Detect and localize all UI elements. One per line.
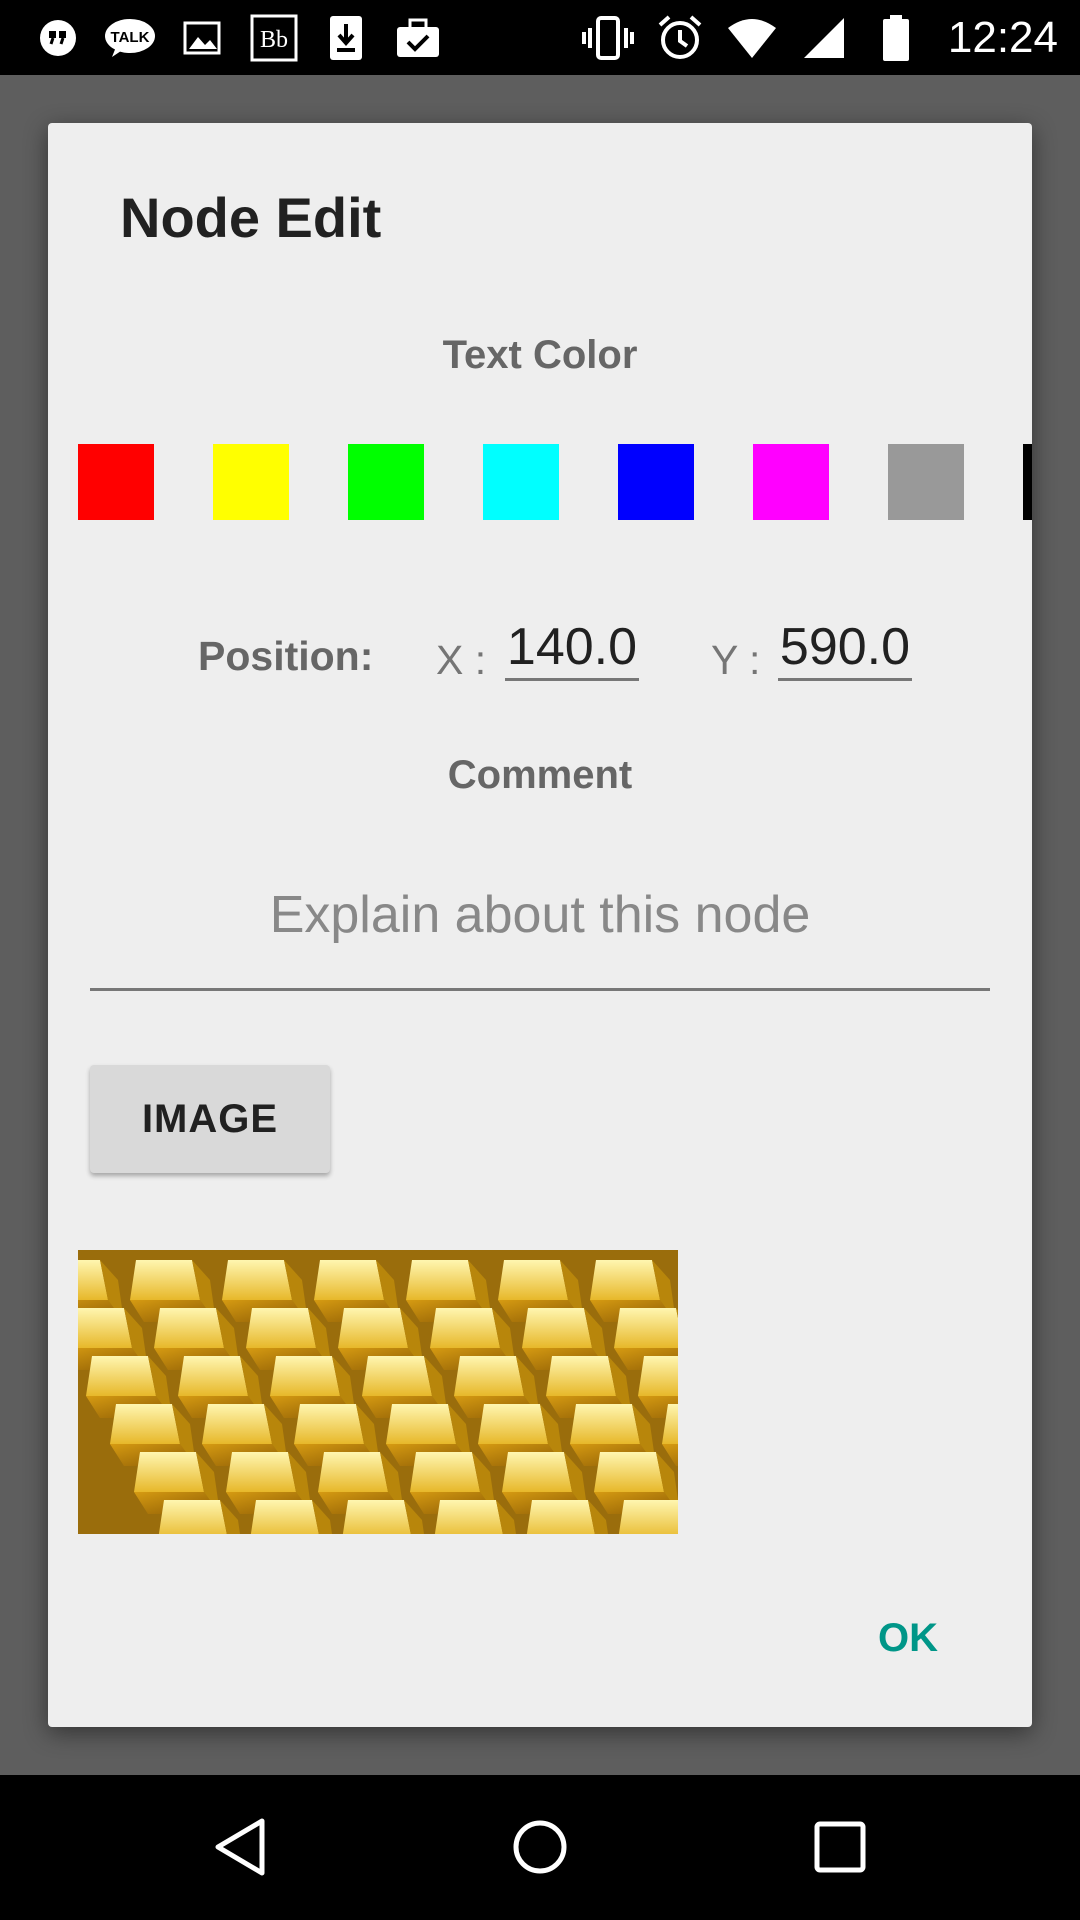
gold-bar-top: [342, 1500, 411, 1534]
gold-bar-top: [590, 1260, 660, 1300]
gold-bar-top: [434, 1500, 503, 1534]
dialog-title: Node Edit: [120, 186, 382, 249]
gold-bar-top: [110, 1404, 180, 1444]
gold-bar-top: [338, 1308, 408, 1348]
position-row: Position: X : 140.0 Y : 590.0: [48, 613, 1032, 703]
gold-bar-top: [570, 1404, 640, 1444]
comment-placeholder: Explain about this node: [269, 886, 811, 944]
gold-bar-top: [498, 1260, 568, 1300]
gold-bar-top: [202, 1404, 272, 1444]
gold-bar-top: [362, 1356, 432, 1396]
gold-bar-top: [406, 1260, 476, 1300]
gold-bar-top: [502, 1452, 572, 1492]
download-icon: [320, 14, 372, 62]
swatch-green[interactable]: [348, 444, 424, 520]
gold-bars-illustration: [78, 1250, 678, 1534]
gold-bar-top: [546, 1356, 616, 1396]
gold-bar-top: [86, 1356, 156, 1396]
gold-bar-top: [386, 1404, 456, 1444]
alarm-icon: [654, 14, 706, 62]
y-label: Y :: [711, 637, 761, 683]
swatch-yellow[interactable]: [213, 444, 289, 520]
talk-icon: TALK: [104, 14, 156, 62]
signal-icon: [798, 14, 850, 62]
briefcase-check-icon: [392, 14, 444, 62]
gold-bars-image: [78, 1250, 678, 1534]
gold-bar-top: [618, 1500, 678, 1534]
color-swatch-row: [78, 444, 1032, 520]
comment-input[interactable]: Explain about this node: [90, 863, 990, 991]
swatch-gray[interactable]: [888, 444, 964, 520]
swatch-cyan[interactable]: [483, 444, 559, 520]
gold-bar-top: [478, 1404, 548, 1444]
ok-button[interactable]: OK: [848, 1603, 968, 1673]
gold-bar-top: [638, 1356, 678, 1396]
swatch-red[interactable]: [78, 444, 154, 520]
gold-bar-top: [226, 1452, 296, 1492]
node-edit-dialog: Node Edit Text Color Position: X : 140.0…: [48, 123, 1032, 1727]
text-color-label: Text Color: [442, 333, 638, 377]
comment-label: Comment: [447, 753, 633, 797]
gold-bar-top: [294, 1404, 364, 1444]
talk-icon-text: TALK: [111, 29, 150, 46]
image-button[interactable]: IMAGE: [90, 1065, 330, 1173]
swatch-magenta[interactable]: [753, 444, 829, 520]
x-label: X :: [436, 637, 487, 683]
gold-bar-top: [158, 1500, 227, 1534]
status-bar: TALK Bb 12:24: [0, 0, 1080, 75]
gold-bar-top: [614, 1308, 678, 1348]
gold-bar-top: [250, 1500, 319, 1534]
y-coordinate-input[interactable]: 590.0: [778, 613, 912, 681]
gold-bar-top: [314, 1260, 384, 1300]
notification-icons: TALK Bb: [32, 14, 444, 62]
bb-icon-text: Bb: [260, 27, 288, 53]
gold-bar-top: [454, 1356, 524, 1396]
gold-bar-top: [410, 1452, 480, 1492]
gold-bar-top: [594, 1452, 664, 1492]
gold-bar-top: [222, 1260, 292, 1300]
image-icon: [176, 14, 228, 62]
wifi-icon: [726, 14, 778, 62]
gold-bar-top: [246, 1308, 316, 1348]
recents-icon[interactable]: [800, 1807, 880, 1887]
battery-icon: [870, 14, 922, 62]
gold-bar-top: [130, 1260, 200, 1300]
gold-bar-top: [178, 1356, 248, 1396]
gold-bar-top: [430, 1308, 500, 1348]
swatch-black[interactable]: [1023, 444, 1032, 520]
gold-bar-top: [270, 1356, 340, 1396]
chat-bubble-icon: [32, 14, 84, 62]
gold-bar-top: [78, 1308, 132, 1348]
home-icon[interactable]: [500, 1807, 580, 1887]
gold-bar-top: [526, 1500, 595, 1534]
swatch-blue[interactable]: [618, 444, 694, 520]
navigation-bar: [0, 1775, 1080, 1920]
gold-bar-top: [522, 1308, 592, 1348]
gold-bar-top: [318, 1452, 388, 1492]
back-icon[interactable]: [200, 1807, 280, 1887]
blackboard-icon: Bb: [248, 14, 300, 62]
gold-bar-top: [154, 1308, 224, 1348]
clock: 12:24: [947, 13, 1058, 62]
system-icons: 12:24: [581, 10, 1058, 66]
x-coordinate-input[interactable]: 140.0: [505, 613, 639, 681]
vibrate-icon: [581, 14, 634, 62]
gold-bar-top: [134, 1452, 204, 1492]
position-label: Position:: [198, 633, 374, 679]
